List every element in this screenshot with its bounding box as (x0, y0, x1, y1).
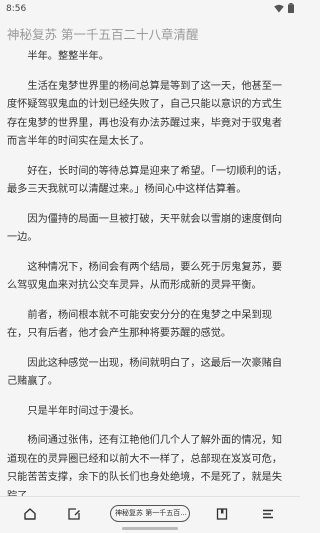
chapter-title: 神秘复苏 第一千五百二十八章清醒 (7, 27, 199, 42)
home-icon (23, 506, 37, 525)
edit-icon (67, 506, 81, 525)
status-icons (274, 3, 294, 13)
chapter-content: 半年。整整半年。 生活在鬼梦世界里的杨间总算是等到了这一天，他甚至一度怀疑驾驭鬼… (7, 48, 292, 498)
book-icon (215, 506, 229, 525)
edit-button[interactable] (64, 505, 84, 525)
paragraph: 前者，杨间根本就不可能安安分分的在鬼梦之中呆到现在，只有后者，他才会产生那种将要… (7, 309, 272, 340)
gesture-handle (122, 527, 178, 530)
paragraph: 半年。整整半年。 (27, 51, 109, 62)
chapter-selector-button[interactable]: 神秘复苏 第一千五百... (110, 505, 190, 522)
status-time: 8:56 (6, 4, 27, 14)
paragraph: 好在，长时间的等待总算是迎来了希望。「一切顺利的话，最多三天我就可以清醒过来。」… (7, 165, 288, 196)
menu-icon (261, 506, 275, 525)
paragraph: 因此这种感觉一出现，杨间就明白了，这最后一次豪赌自己赌赢了。 (7, 357, 283, 388)
paragraph: 生活在鬼梦世界里的杨间总算是等到了这一天，他甚至一度怀疑驾驭鬼血的计划已经失败了… (7, 80, 283, 148)
paragraph: 杨间通过张伟，还有江艳他们几个人了解外面的情况，知道现在的灵异圈已经和以前大不一… (7, 435, 283, 498)
status-bar: 8:56 (0, 0, 300, 18)
home-button[interactable] (20, 505, 40, 525)
menu-button[interactable] (258, 505, 278, 525)
paragraph: 只是半年时间过于漫长。 (27, 405, 140, 417)
bookmark-button[interactable] (212, 505, 232, 525)
battery-icon (288, 3, 294, 13)
wifi-icon (274, 4, 284, 13)
paragraph: 这种情况下，杨间会有两个结局，要么死于厉鬼复苏，要么驾驭鬼血来对抗公交车灵异，从… (7, 261, 283, 292)
bottom-navigation-bar: 神秘复苏 第一千五百... (0, 496, 300, 533)
paragraph: 因为僵持的局面一旦被打破，天平就会以雪崩的速度倒向一边。 (7, 213, 283, 244)
